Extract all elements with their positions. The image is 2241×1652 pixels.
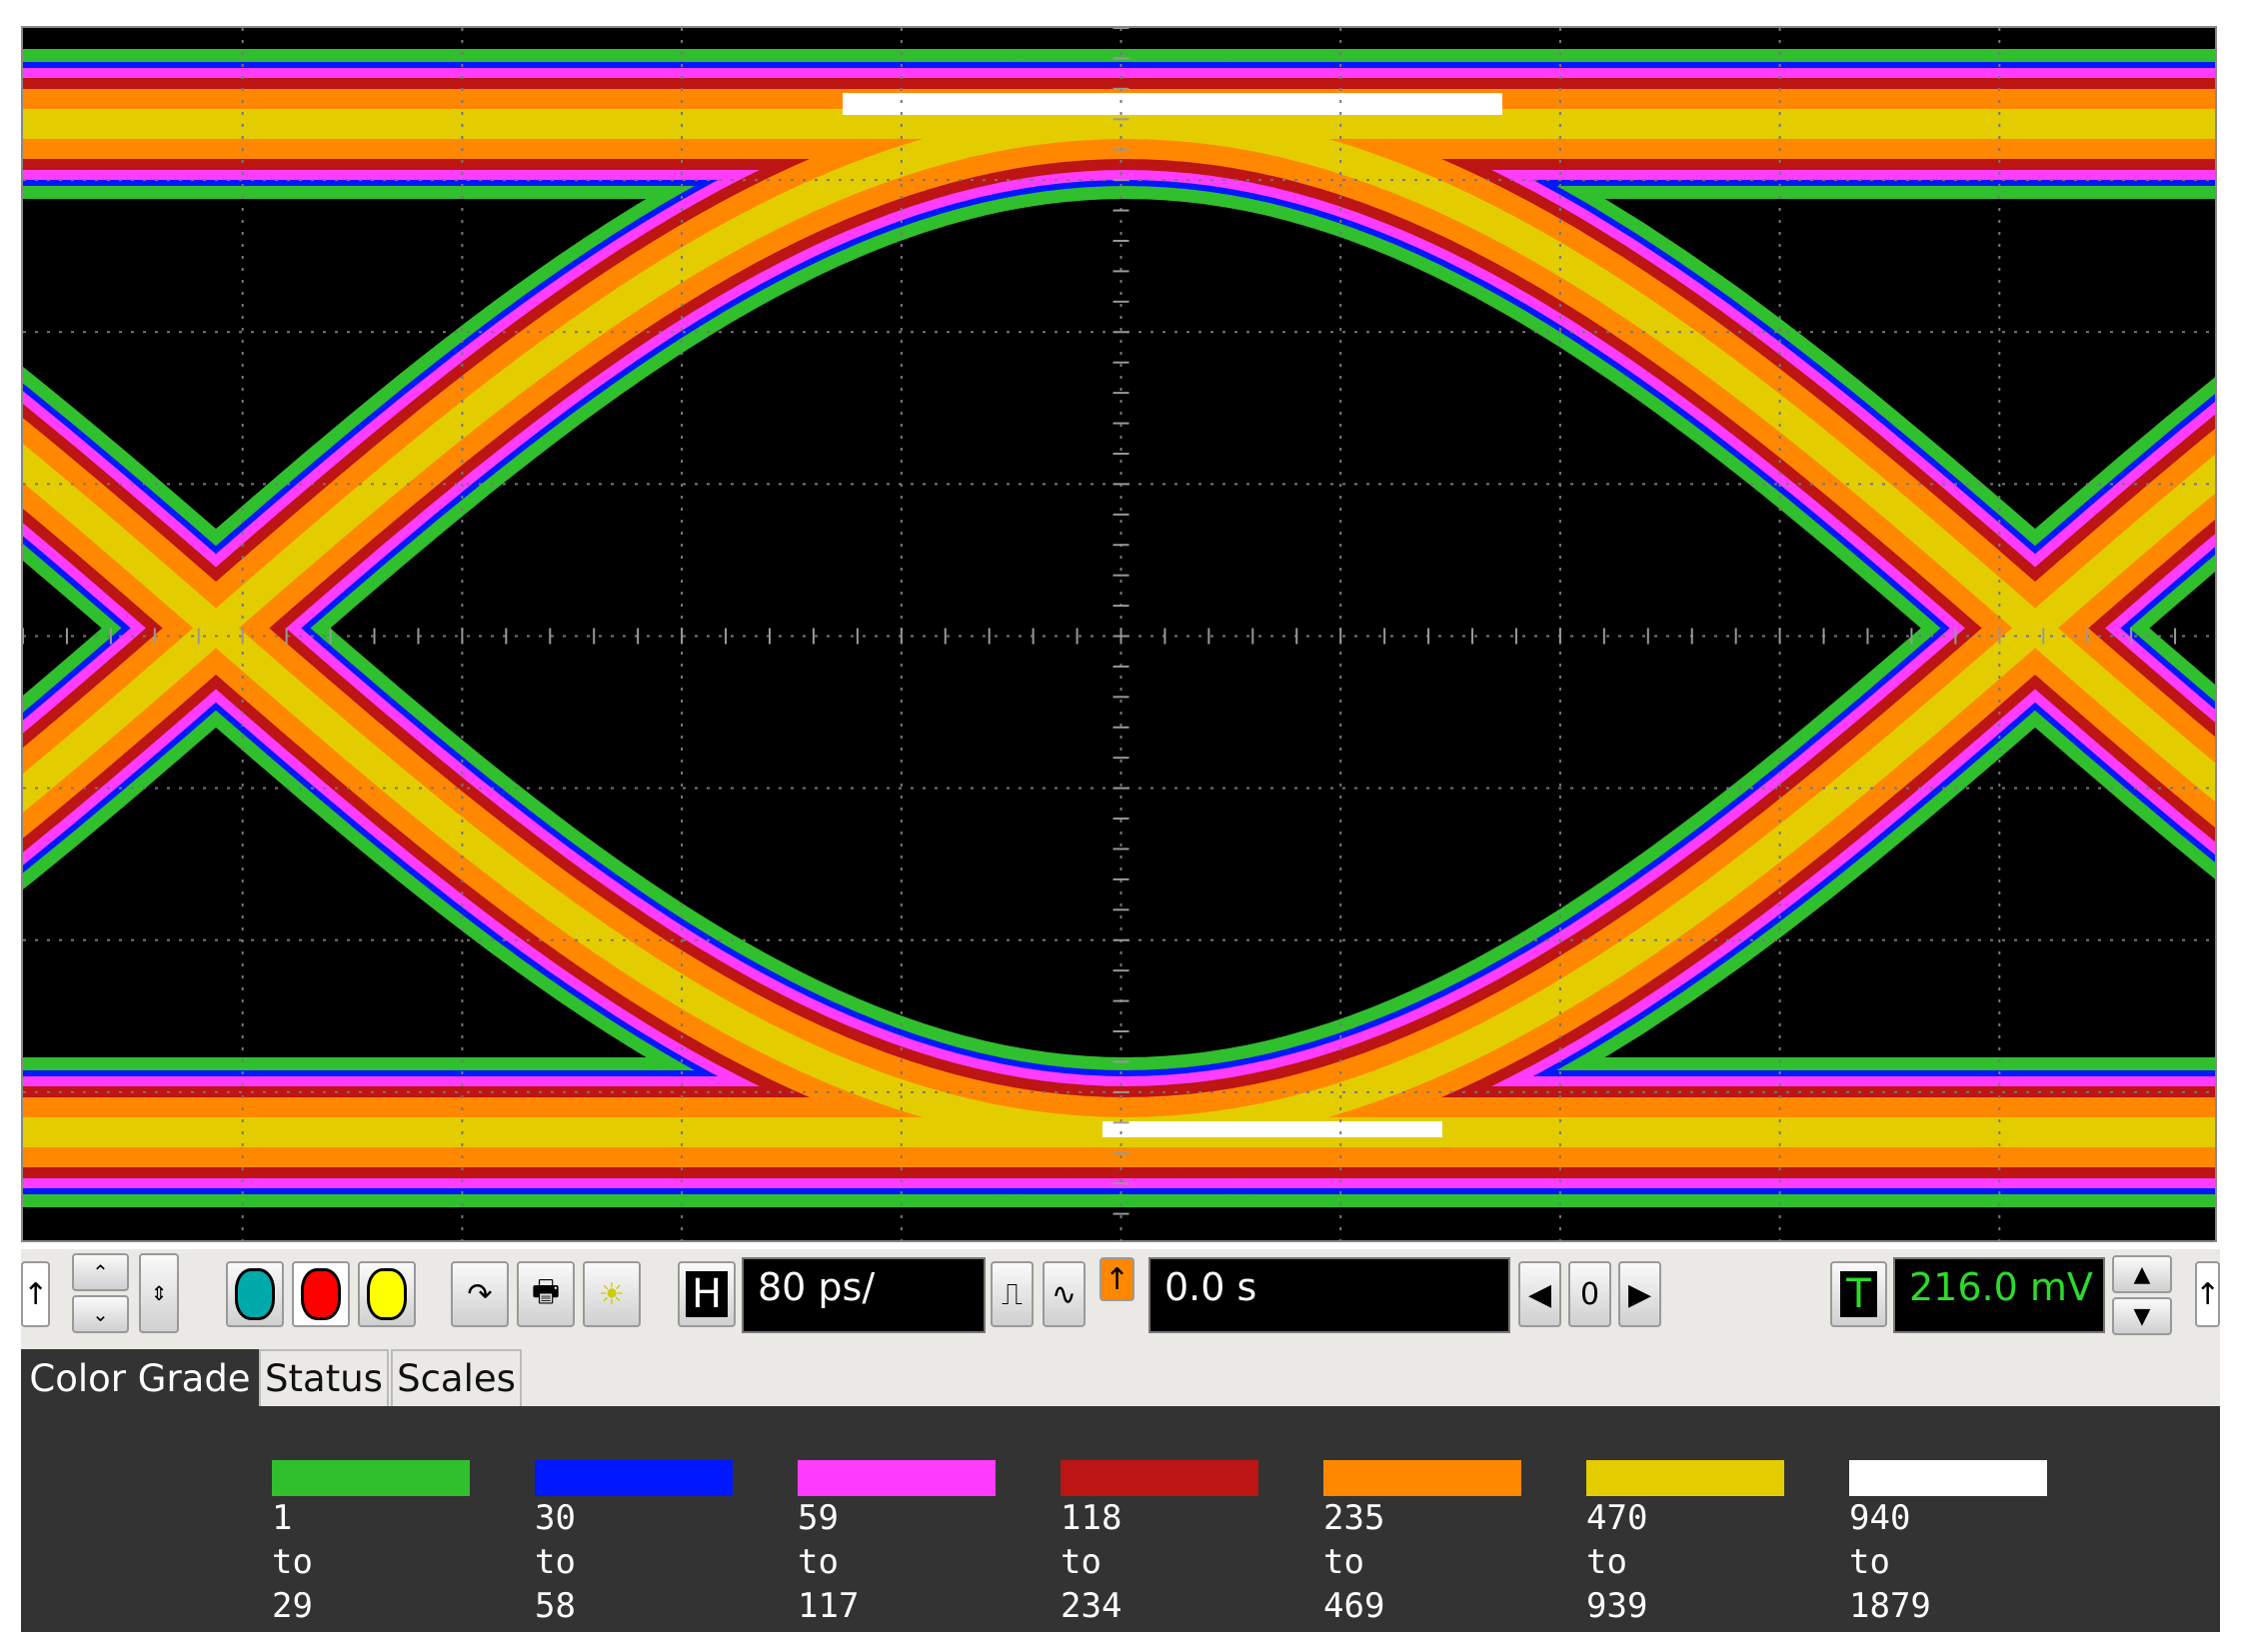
scale-up-button[interactable]: ⌃ [72, 1253, 129, 1291]
print-button[interactable]: 🖶 [517, 1261, 575, 1327]
position-zero-label: 0 [1579, 1276, 1600, 1312]
autoscale-icon: ↷ [467, 1276, 493, 1312]
printer-icon: 🖶 [531, 1273, 561, 1309]
waveform-sine-button[interactable]: ∿ [1043, 1261, 1086, 1327]
legend-entry: 30 to 58 [535, 1460, 733, 1628]
legend-from: 235 [1323, 1498, 1385, 1538]
legend-from: 940 [1849, 1498, 1911, 1538]
horizontal-label: H [685, 1271, 729, 1317]
legend-from: 1 [272, 1498, 293, 1538]
right-marker-icon[interactable]: ↑ [2195, 1261, 2220, 1327]
legend-entry: 235 to 469 [1323, 1460, 1521, 1628]
legend-swatch [535, 1460, 733, 1496]
legend-to: 939 [1586, 1586, 1648, 1626]
legend-to: 29 [272, 1586, 313, 1626]
legend-to-word: to [1061, 1542, 1102, 1582]
tab-bar: Color Grade Status Scales [21, 1343, 2220, 1406]
legend-to-word: to [535, 1542, 576, 1582]
legend-entry: 118 to 234 [1061, 1460, 1258, 1628]
sine-icon: ∿ [1051, 1276, 1078, 1312]
legend-entry: 940 to 1879 [1849, 1460, 2047, 1628]
control-toolbar: ↑ ⌃ ⌄ ⇕ ↷ 🖶 ☀ H 80 ps/ ⎍ ∿ ↑ 0.0 s ◀ 0 ▶… [21, 1249, 2220, 1343]
legend-to: 58 [535, 1586, 576, 1626]
tab-scales[interactable]: Scales [391, 1349, 522, 1406]
delay-marker-icon[interactable]: ↑ [1100, 1257, 1134, 1301]
eye-diagram-plot [23, 28, 2215, 1240]
legend-to: 234 [1061, 1586, 1122, 1626]
left-marker-icon[interactable]: ↑ [21, 1261, 50, 1327]
legend-swatch [1586, 1460, 1784, 1496]
color-grade-legend: 1 to 29 30 to 58 59 to 117 118 to 234 23… [21, 1406, 2220, 1632]
horizontal-button[interactable]: H [678, 1261, 736, 1327]
trigger-label: T [1840, 1271, 1877, 1317]
left-triangle-icon: ◀ [1527, 1276, 1552, 1312]
legend-swatch [1061, 1460, 1258, 1496]
yellow-circle-icon [367, 1268, 407, 1320]
legend-from: 59 [798, 1498, 839, 1538]
brightness-button[interactable]: ☀ [583, 1261, 641, 1327]
timebase-field[interactable]: 80 ps/ [742, 1257, 986, 1333]
cyan-circle-icon [235, 1268, 275, 1320]
position-zero-button[interactable]: 0 [1568, 1261, 1611, 1327]
legend-from: 470 [1586, 1498, 1648, 1538]
position-left-button[interactable]: ◀ [1518, 1261, 1561, 1327]
autoscale-button[interactable]: ↷ [451, 1261, 509, 1327]
legend-swatch [1849, 1460, 2047, 1496]
legend-swatch [1323, 1460, 1521, 1496]
position-field[interactable]: 0.0 s [1148, 1257, 1510, 1333]
channel-yellow-button[interactable] [358, 1261, 416, 1327]
legend-entry: 1 to 29 [272, 1460, 470, 1628]
waveform-narrow-button[interactable]: ⎍ [991, 1261, 1034, 1327]
tab-status[interactable]: Status [259, 1349, 389, 1406]
legend-to: 469 [1323, 1586, 1385, 1626]
legend-to-word: to [1849, 1542, 1890, 1582]
legend-to-word: to [1323, 1542, 1364, 1582]
trigger-down-button[interactable]: ▼ [2112, 1297, 2172, 1335]
eye-diagram-display[interactable] [21, 26, 2217, 1242]
legend-entry: 470 to 939 [1586, 1460, 1784, 1628]
right-triangle-icon: ▶ [1627, 1276, 1652, 1312]
trigger-button[interactable]: T [1830, 1261, 1887, 1327]
tab-color-grade[interactable]: Color Grade [21, 1349, 259, 1406]
legend-from: 118 [1061, 1498, 1122, 1538]
legend-swatch [272, 1460, 470, 1496]
sun-icon: ☀ [598, 1276, 626, 1312]
trigger-level-field[interactable]: 216.0 mV [1893, 1257, 2105, 1333]
position-right-button[interactable]: ▶ [1618, 1261, 1661, 1327]
scale-down-button[interactable]: ⌄ [72, 1295, 129, 1333]
channel-red-button[interactable] [292, 1261, 350, 1327]
trigger-up-button[interactable]: ▲ [2112, 1255, 2172, 1293]
legend-to-word: to [272, 1542, 313, 1582]
legend-entry: 59 to 117 [798, 1460, 996, 1628]
red-circle-icon [301, 1268, 341, 1320]
legend-from: 30 [535, 1498, 576, 1538]
legend-to: 1879 [1849, 1586, 1931, 1626]
legend-to: 117 [798, 1586, 860, 1626]
pulse-icon: ⎍ [1002, 1276, 1023, 1312]
legend-to-word: to [1586, 1542, 1627, 1582]
legend-to-word: to [798, 1542, 839, 1582]
fine-scale-button[interactable]: ⇕ [139, 1253, 179, 1333]
legend-swatch [798, 1460, 996, 1496]
channel-cyan-button[interactable] [226, 1261, 284, 1327]
